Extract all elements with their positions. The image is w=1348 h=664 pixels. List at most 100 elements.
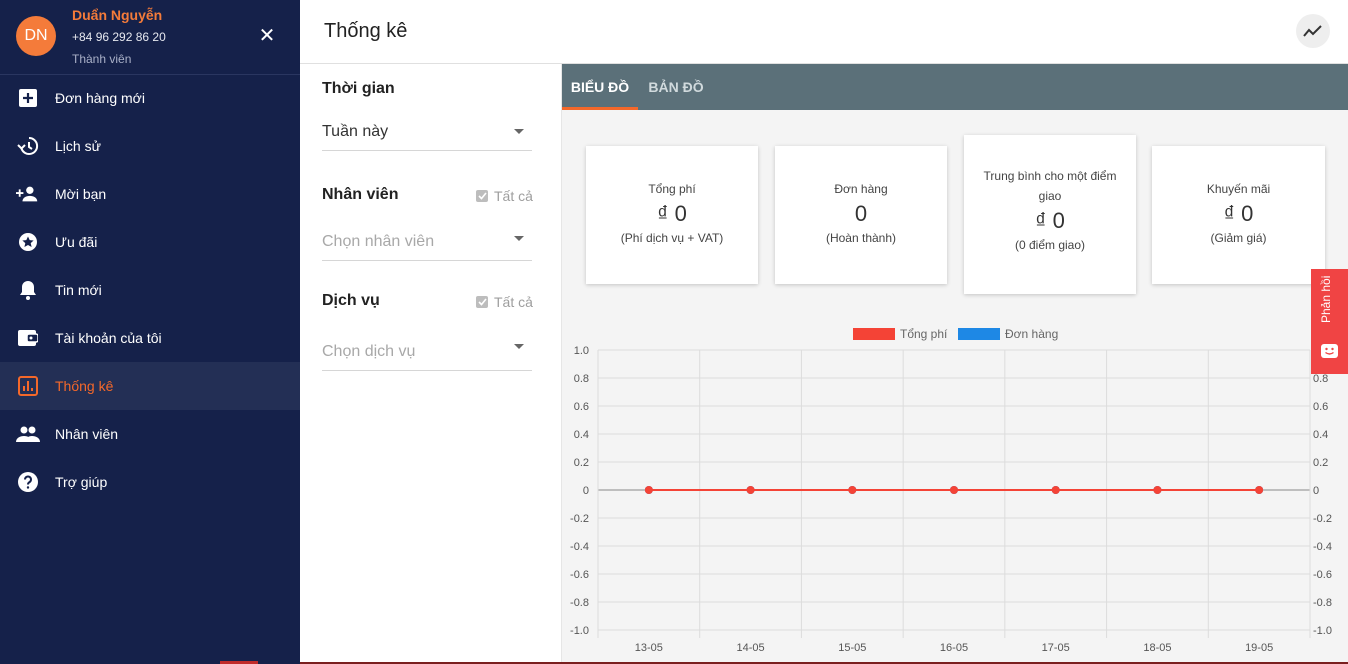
y-tick-label: -0.2 (570, 513, 589, 525)
y-tick-label: 0.6 (574, 401, 589, 413)
profile-role: Thành viên (72, 52, 132, 66)
service-all-label: Tất cả (494, 294, 533, 310)
sidebar-item-account[interactable]: Tài khoản của tôi (0, 314, 300, 362)
x-tick-label: 16-05 (940, 642, 968, 654)
card-title: Tổng phí (648, 182, 696, 196)
sidebar-item-label: Trợ giúp (55, 474, 108, 490)
y-right-tick-label: -0.6 (1313, 569, 1332, 581)
x-tick-label: 19-05 (1245, 642, 1273, 654)
card-title: Trung bình cho một điểm giao (983, 169, 1117, 203)
legend-label: Đơn hàng (1005, 327, 1058, 341)
history-icon (16, 134, 40, 158)
statistics-line-chart: 1.0 0.8 0.6 0.4 0.2 0 -0.2 -0.4 -0.6 -0.8 -1.0 0.8 0… (570, 327, 1332, 654)
filter-panel: Thời gian Tuần này Nhân viên Tất cả Chọn… (300, 64, 562, 664)
data-point (746, 486, 755, 494)
y-tick-label: 1.0 (574, 345, 589, 357)
sidebar-item-help[interactable]: Trợ giúp (0, 458, 300, 506)
service-all-checkbox[interactable]: Tất cả (476, 294, 533, 310)
y-tick-label: -0.4 (570, 541, 589, 553)
sidebar-item-new-order[interactable]: Đơn hàng mới (0, 74, 300, 122)
smile-icon (1321, 344, 1338, 358)
card-value: ₫ 0 (1223, 201, 1254, 226)
card-title: Đơn hàng (834, 182, 888, 196)
chevron-down-icon (514, 236, 524, 241)
sidebar-item-label: Thống kê (55, 378, 114, 394)
x-tick-label: 14-05 (737, 642, 765, 654)
star-circle-icon (16, 230, 40, 254)
main-content: BIỂU ĐỒ BẢN ĐỒ Tổng phí ₫ 0 (Phí dịch vụ… (562, 64, 1348, 664)
x-tick-label: 13-05 (635, 642, 663, 654)
stat-card-orders: Đơn hàng 0 (Hoàn thành) (775, 146, 947, 284)
x-tick-label: 17-05 (1042, 642, 1070, 654)
profile-phone: +84 96 292 86 20 (72, 30, 166, 44)
sidebar-item-news[interactable]: Tin mới (0, 266, 300, 314)
data-point (1255, 486, 1264, 494)
y-right-tick-label: -0.4 (1313, 541, 1332, 553)
service-select[interactable]: Chọn dịch vụ (322, 337, 532, 371)
card-subtitle: (0 điểm giao) (1014, 238, 1086, 252)
feedback-tab[interactable]: Phản hồi (1311, 269, 1348, 374)
y-right-tick-label: -0.8 (1313, 597, 1332, 609)
y-right-tick-label: 0.2 (1313, 457, 1328, 469)
data-point (1051, 486, 1060, 494)
time-filter-title: Thời gian (322, 80, 395, 97)
profile-name: Duẩn Nguyễn (72, 7, 163, 23)
sidebar-item-invite[interactable]: Mời bạn (0, 170, 300, 218)
help-circle-icon (16, 470, 40, 494)
y-right-tick-label: 0.4 (1313, 429, 1328, 441)
data-point (1153, 486, 1162, 494)
staff-select-placeholder: Chọn nhân viên (322, 233, 435, 250)
sidebar-item-label: Ưu đãi (55, 234, 98, 250)
y-tick-label: -1.0 (570, 625, 589, 637)
legend-label: Tổng phí (900, 327, 948, 341)
y-tick-label: 0.4 (574, 429, 589, 441)
y-tick-label: -0.6 (570, 569, 589, 581)
sidebar: DN Duẩn Nguyễn +84 96 292 86 20 Thành vi… (0, 0, 300, 664)
y-right-tick-label: -0.2 (1313, 513, 1332, 525)
service-filter-title: Dịch vụ (322, 292, 380, 309)
y-right-tick-label: 0.8 (1313, 373, 1328, 385)
trending-icon[interactable] (1296, 14, 1330, 48)
staff-filter-title: Nhân viên (322, 186, 399, 203)
sidebar-item-label: Đơn hàng mới (55, 90, 145, 106)
time-select-value: Tuần này (322, 123, 389, 140)
y-tick-label: -0.8 (570, 597, 589, 609)
sidebar-item-label: Mời bạn (55, 186, 107, 202)
time-select[interactable]: Tuần này (322, 117, 532, 151)
sidebar-item-staff[interactable]: Nhân viên (0, 410, 300, 458)
service-select-placeholder: Chọn dịch vụ (322, 343, 416, 360)
page-title: Thống kê (324, 20, 408, 42)
staff-all-label: Tất cả (494, 188, 533, 204)
sidebar-item-history[interactable]: Lịch sử (0, 122, 300, 170)
y-tick-label: 0.8 (574, 373, 589, 385)
card-title: Khuyến mãi (1206, 182, 1271, 196)
profile-header: DN Duẩn Nguyễn +84 96 292 86 20 Thành vi… (0, 0, 300, 75)
y-right-tick-label: 0 (1313, 485, 1319, 497)
y-tick-label: 0.2 (574, 457, 589, 469)
chevron-down-icon (514, 129, 524, 134)
sidebar-item-offers[interactable]: Ưu đãi (0, 218, 300, 266)
person-add-icon (16, 182, 40, 206)
y-right-tick-label: -1.0 (1313, 625, 1332, 637)
sidebar-item-label: Tài khoản của tôi (55, 330, 162, 346)
avatar[interactable]: DN (16, 16, 56, 56)
sidebar-item-label: Tin mới (55, 282, 102, 298)
wallet-icon (16, 326, 40, 350)
data-point (848, 486, 857, 494)
close-icon[interactable]: ✕ (258, 26, 276, 46)
bell-icon (16, 278, 40, 302)
checkbox-checked-icon (476, 296, 488, 308)
card-subtitle: (Phí dịch vụ + VAT) (620, 231, 724, 245)
y-right-tick-label: 0.6 (1313, 401, 1328, 413)
x-tick-label: 18-05 (1143, 642, 1171, 654)
tab-map[interactable]: BẢN ĐỒ (642, 64, 710, 110)
stat-card-total-fee: Tổng phí ₫ 0 (Phí dịch vụ + VAT) (586, 146, 758, 284)
data-point (950, 486, 958, 494)
feedback-label: Phản hồi (1319, 275, 1333, 323)
tab-chart[interactable]: BIỂU ĐỒ (562, 64, 638, 110)
staff-all-checkbox[interactable]: Tất cả (476, 188, 533, 204)
legend-swatch (958, 328, 1000, 340)
sidebar-item-label: Lịch sử (55, 138, 101, 154)
staff-select[interactable]: Chọn nhân viên (322, 227, 532, 261)
sidebar-item-statistics[interactable]: Thống kê (0, 362, 300, 410)
